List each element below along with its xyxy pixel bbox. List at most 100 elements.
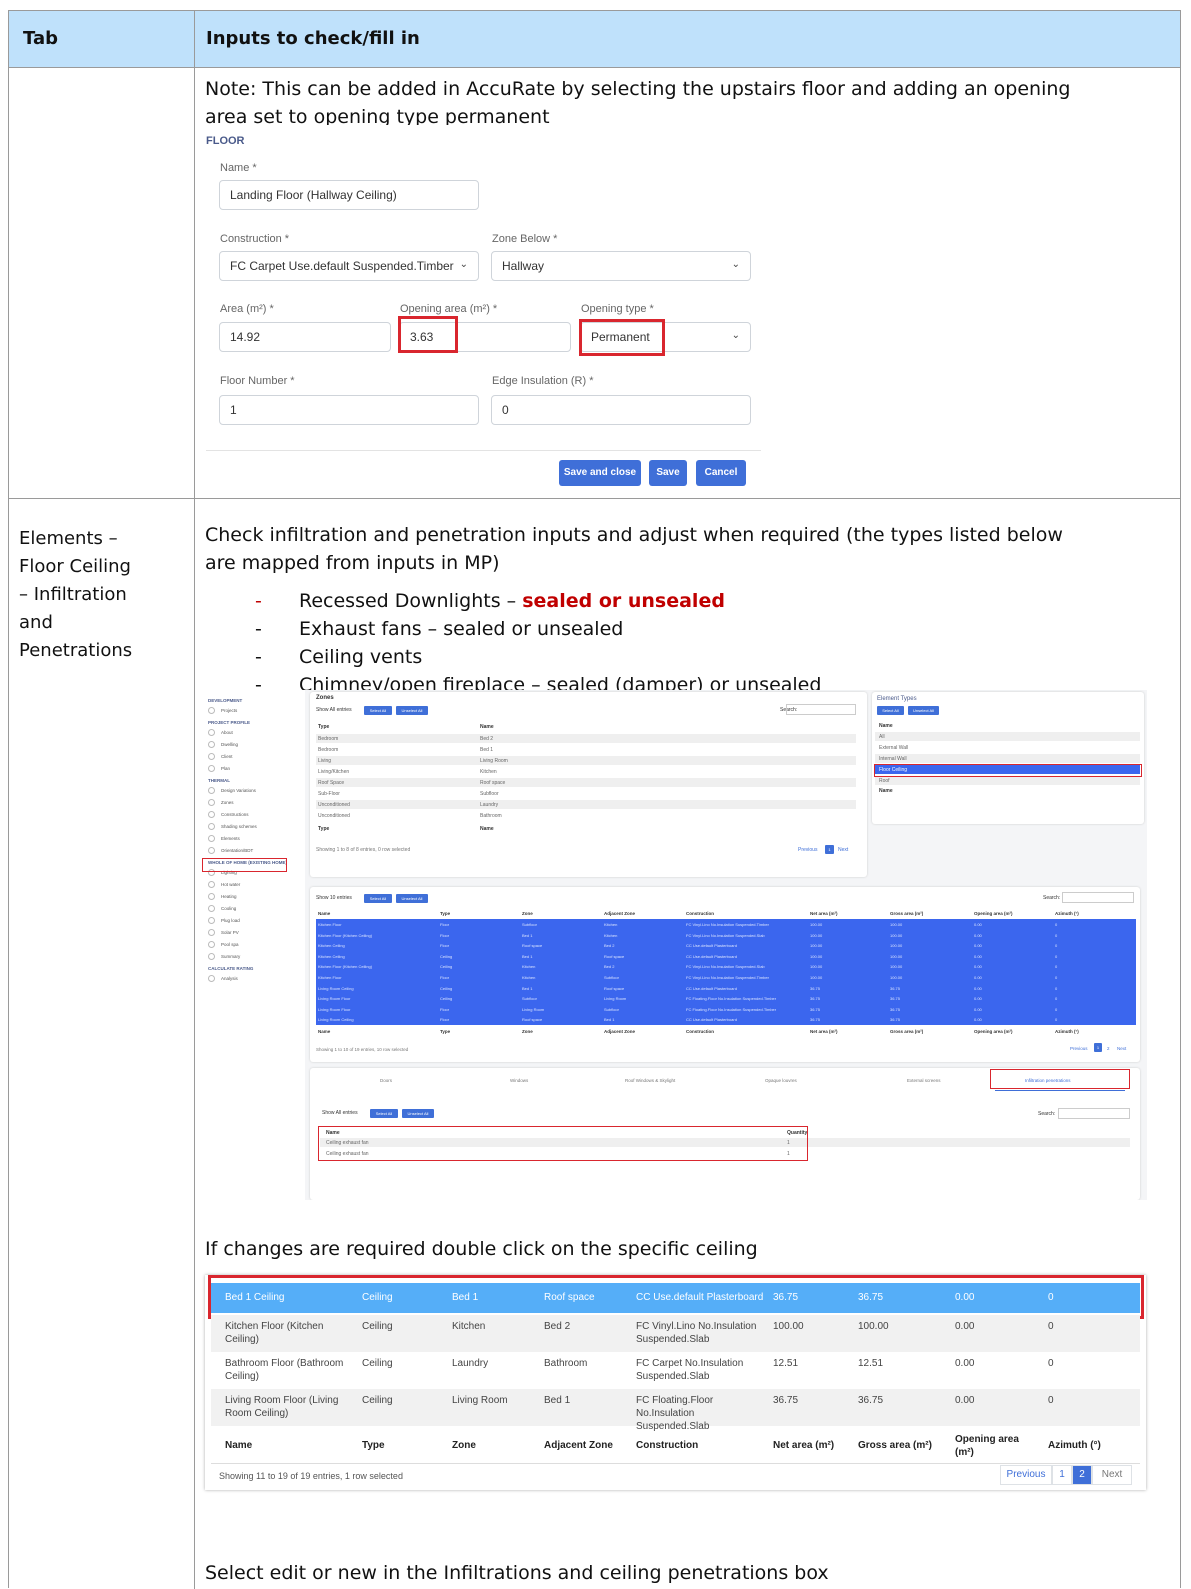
cell: Bed 2 [604,964,615,970]
table-row[interactable] [316,767,856,776]
cell: Bed 1 [480,747,494,753]
select-all-button[interactable]: Select All [364,706,392,715]
tab-4[interactable]: External screens [907,1078,941,1083]
sidebar-item[interactable]: Design Variations [221,788,256,793]
nav-item-icon [208,741,215,748]
select-all-button[interactable]: Select All [877,706,904,715]
tab-1[interactable]: Windows [510,1078,528,1083]
table-row[interactable] [316,800,856,809]
cell: 0.00 [974,922,982,927]
unselect-all-button[interactable]: Unselect All [908,706,939,715]
tab-2[interactable]: Roof Windows & Skylight [625,1078,675,1083]
save-button[interactable]: Save [649,460,687,486]
elements-panel: Show 10 entries Select All Unselect All Sea… [310,887,1140,1062]
cell: 0 [1055,985,1058,991]
sidebar-item[interactable]: Zones [221,800,234,805]
area-input[interactable]: 14.92 [219,322,391,352]
edge-insulation-input[interactable]: 0 [491,395,751,425]
cell: Living Room Floor [318,1006,351,1012]
col-header-foot: Net area (m²) [810,1029,838,1034]
prev-button[interactable]: Previous [1070,1046,1088,1051]
save-and-close-button[interactable]: Save and close [559,460,641,486]
table-row[interactable] [316,789,856,798]
sidebar-item[interactable]: Client [221,754,233,759]
table-row[interactable] [875,732,1140,741]
tab-3[interactable]: Opaque louvres [765,1078,797,1083]
table-row[interactable] [875,743,1140,752]
zone-below-value: Hallway [502,259,545,273]
col-header-foot: Gross area (m²) [890,1029,924,1034]
cell: 0 [1048,1321,1054,1332]
sidebar-item[interactable]: Analysis [221,976,238,981]
table-row[interactable] [316,811,856,820]
cancel-button[interactable]: Cancel [696,460,746,486]
cell: 100.00 [810,922,823,927]
sidebar-item[interactable]: Elements [221,836,240,841]
cell: Bed 1 [604,1017,615,1023]
table-row[interactable] [875,754,1140,763]
prev-button[interactable]: Previous [1000,1465,1052,1485]
table-row[interactable] [316,756,856,765]
unselect-all-button[interactable]: Unselect All [396,706,428,715]
page-button[interactable]: 1 [825,845,834,854]
page-1-button[interactable]: 1 [1052,1465,1072,1485]
sidebar-item[interactable]: About [221,730,233,735]
cell: 0.00 [974,932,982,938]
tab-line: Elements – [19,528,118,549]
cell: Bathroom [480,813,502,819]
sidebar-item[interactable]: Summary [221,954,240,959]
page-2-button[interactable]: 2 [1107,1046,1110,1051]
zones-title: Zones [316,695,334,701]
sidebar-item[interactable]: Solar PV [221,930,239,935]
floor-number-input[interactable]: 1 [219,395,479,425]
table-row[interactable] [316,778,856,787]
name-input[interactable]: Landing Floor (Hallway Ceiling) [219,180,479,210]
cell: 36.75 [810,1006,821,1012]
cell: 0 [1055,932,1058,938]
select-all-button[interactable]: Select All [364,894,392,903]
sidebar-item[interactable]: Cooling [221,906,236,911]
nav-item-icon [208,765,215,772]
table-row[interactable] [875,776,1140,785]
bullet-text: Exhaust fans – sealed or unsealed [299,618,624,640]
sidebar-item[interactable]: Projects [221,708,237,713]
sidebar-item[interactable]: Constructions [221,812,249,817]
cell: 12.51 [858,1358,884,1369]
zone-below-select[interactable]: Hallway ⌄ [491,251,751,281]
cell: 100.00 [810,932,823,938]
search-input[interactable] [1062,892,1134,903]
nav-item-icon [208,707,215,714]
next-button[interactable]: Next [1117,1046,1126,1051]
unselect-all-button[interactable]: Unselect All [396,894,428,903]
sidebar-item[interactable]: Hot water [221,882,240,887]
bullet-item: Exhaust fans – sealed or unsealed [299,615,623,643]
unselect-all-button[interactable]: Unselect All [402,1109,434,1118]
sidebar-item[interactable]: Plug load [221,918,240,923]
construction-select[interactable]: FC Carpet Use.default Suspended.Timber ⌄ [219,251,479,281]
tab-0[interactable]: Doors [380,1078,392,1083]
sidebar-item[interactable]: Plan [221,766,230,771]
sidebar-item[interactable]: Orientation/BDT [221,848,253,853]
cell: 0 [1055,1006,1058,1012]
cell: Kitchen Floor [318,922,342,927]
sidebar-item[interactable]: Dwelling [221,742,238,747]
page-2-button[interactable]: 2 [1072,1465,1092,1485]
select-all-button[interactable]: Select All [370,1109,398,1118]
table-row[interactable] [316,734,856,743]
search-input[interactable] [1058,1108,1130,1119]
chevron-down-icon: ⌄ [731,330,740,341]
floor-number-label: Floor Number * [220,375,295,387]
search-input[interactable] [786,704,856,715]
cell: Kitchen Floor (Kitchen Ceiling) [318,932,373,938]
page-1-button[interactable]: 1 [1094,1043,1102,1052]
prev-button[interactable]: Previous [798,847,817,853]
next-button[interactable]: Next [1092,1465,1132,1485]
next-button[interactable]: Next [838,847,848,853]
sidebar-item[interactable]: Shading schemes [221,824,257,829]
table-row[interactable] [316,745,856,754]
column-divider [194,11,195,1589]
cell: 36.75 [810,996,821,1002]
nav-item-icon [208,753,215,760]
sidebar-item[interactable]: Pool spa [221,942,239,947]
sidebar-item[interactable]: Heating [221,894,237,899]
